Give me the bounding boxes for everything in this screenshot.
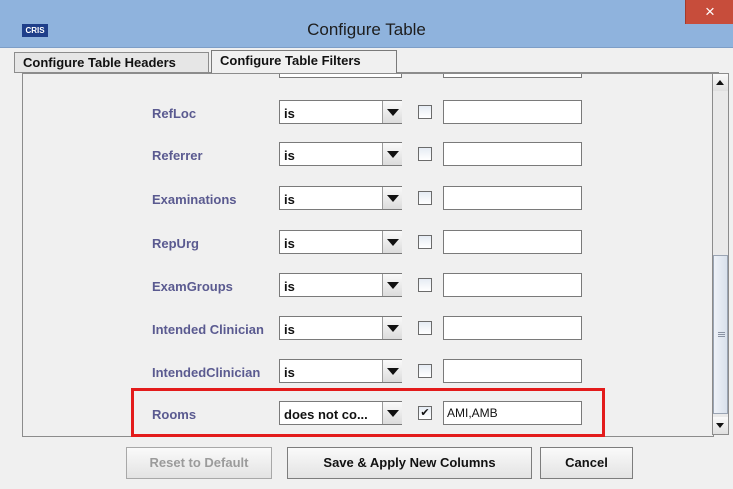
filter-checkbox[interactable] <box>418 191 432 205</box>
dropdown-arrow-icon[interactable] <box>382 317 402 339</box>
filter-value-input[interactable] <box>443 186 582 210</box>
grip-line <box>718 336 725 337</box>
scroll-up-icon[interactable] <box>713 74 728 91</box>
filter-row-refloc: RefLoc is <box>23 98 713 128</box>
highlight-box <box>131 388 605 437</box>
dialog-footer: Reset to Default Save & Apply New Column… <box>0 437 733 489</box>
operator-value: is <box>284 192 295 207</box>
operator-value: is <box>284 365 295 380</box>
operator-combo[interactable]: is <box>279 359 402 383</box>
filter-value-input[interactable] <box>443 273 582 297</box>
filter-label: RefLoc <box>152 106 197 121</box>
dropdown-arrow-icon[interactable] <box>382 143 402 165</box>
filter-checkbox[interactable] <box>418 105 432 119</box>
operator-value: is <box>284 279 295 294</box>
filter-label: RepUrg <box>152 236 199 251</box>
operator-combo[interactable]: is <box>279 230 402 254</box>
vertical-scrollbar[interactable] <box>712 73 729 435</box>
filter-checkbox[interactable] <box>418 321 432 335</box>
operator-combo[interactable]: is <box>279 186 402 210</box>
reset-to-default-button[interactable]: Reset to Default <box>126 447 272 479</box>
window-title: Configure Table <box>307 20 426 39</box>
dropdown-arrow-icon[interactable] <box>382 274 402 296</box>
filter-value-input[interactable] <box>443 316 582 340</box>
operator-combo[interactable]: is <box>279 100 402 124</box>
filter-value-input[interactable] <box>443 100 582 124</box>
filter-row-intendedclinician: IntendedClinician is <box>23 357 713 387</box>
filter-checkbox[interactable] <box>418 235 432 249</box>
filter-value-input[interactable] <box>443 230 582 254</box>
operator-value: is <box>284 236 295 251</box>
scroll-thumb[interactable] <box>713 255 728 414</box>
filter-row-examgroups: ExamGroups is <box>23 271 713 301</box>
tab-configure-table-filters[interactable]: Configure Table Filters <box>211 50 397 73</box>
filters-panel: RefLoc is Referrer is Examinations is Re… <box>22 73 714 437</box>
filter-row-repurg: RepUrg is <box>23 228 713 258</box>
partial-combo <box>279 74 402 78</box>
dropdown-arrow-icon[interactable] <box>382 101 402 123</box>
filter-row-referrer: Referrer is <box>23 140 713 170</box>
title-bar: CRIS Configure Table × <box>0 0 733 48</box>
scroll-down-icon[interactable] <box>713 417 728 434</box>
filter-label: ExamGroups <box>152 279 233 294</box>
partial-textfield <box>443 74 582 78</box>
grip-line <box>718 334 725 335</box>
filter-label: IntendedClinician <box>152 365 261 380</box>
filter-checkbox[interactable] <box>418 147 432 161</box>
operator-value: is <box>284 106 295 121</box>
tab-strip: Configure Table Headers Configure Table … <box>14 48 719 73</box>
operator-combo[interactable]: is <box>279 273 402 297</box>
filter-row-intended-clinician: Intended Clinician is <box>23 314 713 344</box>
close-button[interactable]: × <box>685 0 733 24</box>
operator-combo[interactable]: is <box>279 142 402 166</box>
filter-label: Referrer <box>152 148 203 163</box>
operator-value: is <box>284 148 295 163</box>
filter-value-input[interactable] <box>443 142 582 166</box>
operator-value: is <box>284 322 295 337</box>
dropdown-arrow-icon[interactable] <box>382 360 402 382</box>
cancel-button[interactable]: Cancel <box>540 447 633 479</box>
grip-line <box>718 332 725 333</box>
dropdown-arrow-icon[interactable] <box>382 187 402 209</box>
save-apply-button[interactable]: Save & Apply New Columns <box>287 447 532 479</box>
filter-label: Intended Clinician <box>152 322 264 337</box>
filter-checkbox[interactable] <box>418 278 432 292</box>
dropdown-arrow-icon[interactable] <box>382 231 402 253</box>
filter-value-input[interactable] <box>443 359 582 383</box>
operator-combo[interactable]: is <box>279 316 402 340</box>
filter-row-examinations: Examinations is <box>23 184 713 214</box>
tab-configure-table-headers[interactable]: Configure Table Headers <box>14 52 209 72</box>
filter-checkbox[interactable] <box>418 364 432 378</box>
filter-label: Examinations <box>152 192 237 207</box>
